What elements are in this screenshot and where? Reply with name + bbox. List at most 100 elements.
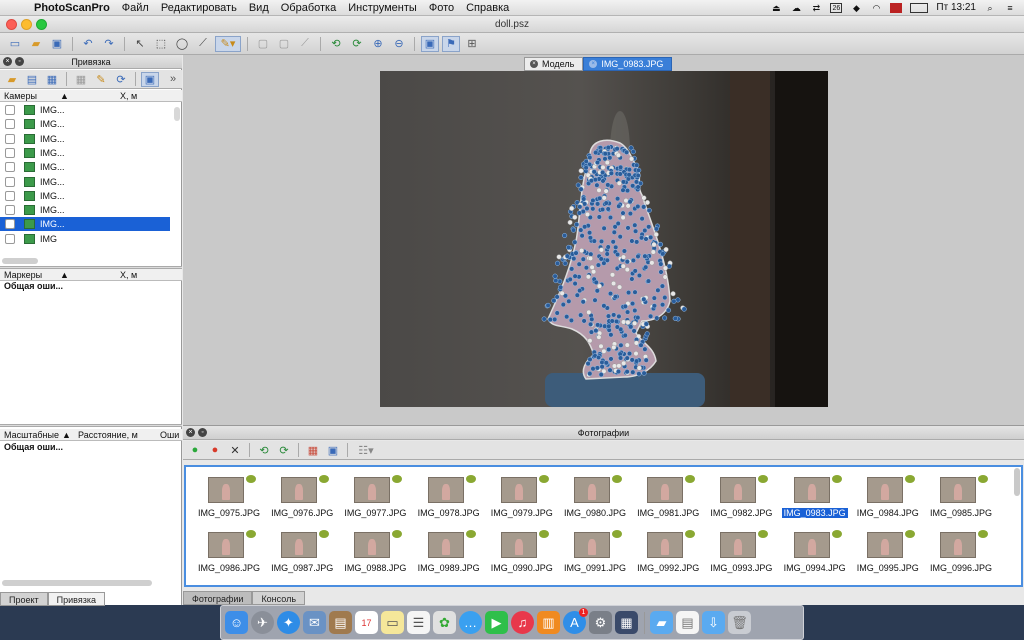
notes-icon[interactable]: ▭ xyxy=(381,611,404,634)
grid-view-icon[interactable]: ⊞ xyxy=(463,36,481,52)
markers-column-x[interactable]: X, м xyxy=(120,269,137,281)
remove-icon[interactable]: ✕ xyxy=(226,443,244,458)
camera-row[interactable]: IMG xyxy=(0,232,170,246)
menu-file[interactable]: Файл xyxy=(116,2,155,14)
rotate-left-icon[interactable]: ⟲ xyxy=(255,443,273,458)
photo-thumbnail[interactable]: IMG_0985.JPG xyxy=(926,475,996,531)
cameras-vscroll[interactable] xyxy=(174,107,180,121)
settings-icon[interactable]: ▣ xyxy=(141,71,159,87)
photos-vscroll[interactable] xyxy=(1014,468,1020,496)
documents-icon[interactable]: ▤ xyxy=(676,611,699,634)
camera-row[interactable]: IMG... xyxy=(0,146,170,160)
scales-column-error[interactable]: Оши xyxy=(160,429,179,441)
tab-console[interactable]: Консоль xyxy=(252,591,306,605)
camera-checkbox[interactable] xyxy=(5,190,15,201)
close-window-button[interactable] xyxy=(6,19,17,30)
magic-wand-icon[interactable]: ⟋ xyxy=(194,36,212,52)
tab-close-icon[interactable]: × xyxy=(530,60,538,68)
table-icon[interactable]: ▦ xyxy=(43,72,61,87)
export-icon[interactable]: ▤ xyxy=(23,72,41,87)
calculator-icon[interactable]: ▦ xyxy=(72,72,90,87)
camera-row[interactable]: IMG... xyxy=(0,175,170,189)
photos-icon[interactable]: ✿ xyxy=(433,611,456,634)
photo-thumbnail[interactable]: IMG_0991.JPG xyxy=(560,530,630,585)
camera-checkbox[interactable] xyxy=(5,147,15,158)
calendar-status-icon[interactable]: 26 xyxy=(830,2,843,13)
import-icon[interactable]: ▰ xyxy=(3,72,21,87)
update-icon[interactable]: ⟳ xyxy=(112,72,130,87)
cameras-hscroll[interactable] xyxy=(2,258,38,264)
photo-thumbnail[interactable]: IMG_0996.JPG xyxy=(926,530,996,585)
panel-close-icon[interactable]: × xyxy=(3,57,12,66)
contacts-icon[interactable]: ▤ xyxy=(329,611,352,634)
photoscan-icon[interactable]: ▦ xyxy=(615,611,638,634)
facetime-icon[interactable]: ▶ xyxy=(485,611,508,634)
camera-checkbox[interactable] xyxy=(5,176,15,187)
photo-thumbnail[interactable]: IMG_0995.JPG xyxy=(853,530,923,585)
clock[interactable]: Пт 13:21 xyxy=(936,2,976,13)
menu-photo[interactable]: Фото xyxy=(423,2,460,14)
panel-float-icon[interactable]: ◦ xyxy=(198,428,207,437)
zoom-in-icon[interactable]: ⊕ xyxy=(369,36,387,52)
trash-icon[interactable]: 🗑 xyxy=(728,611,751,634)
photo-thumbnail[interactable]: IMG_0984.JPG xyxy=(853,475,923,531)
rotate-right-icon[interactable]: ⟳ xyxy=(348,36,366,52)
photo-thumbnail[interactable]: IMG_0992.JPG xyxy=(633,530,703,585)
rotate-left-icon[interactable]: ⟲ xyxy=(327,36,345,52)
show-info-icon[interactable]: ▣ xyxy=(324,443,342,458)
ibooks-icon[interactable]: ▥ xyxy=(537,611,560,634)
launchpad-icon[interactable]: ✈ xyxy=(251,611,274,634)
scales-hscroll[interactable] xyxy=(2,580,152,586)
mail-icon[interactable]: ✉ xyxy=(303,611,326,634)
cameras-column-x[interactable]: X, м xyxy=(120,90,137,102)
appstore-icon[interactable]: A 1 xyxy=(563,608,588,634)
tab-photo[interactable]: × IMG_0983.JPG xyxy=(583,57,673,71)
settings-icon[interactable]: ⚙ xyxy=(589,611,612,634)
rect-select-icon[interactable]: ⬚ xyxy=(152,36,170,52)
camera-row[interactable]: IMG... xyxy=(0,203,170,217)
open-folder-icon[interactable]: ▰ xyxy=(27,36,45,52)
scales-column-distance[interactable]: Расстояние, м xyxy=(78,429,138,441)
show-points-icon[interactable]: ⚑ xyxy=(442,35,460,52)
scales-column-name[interactable]: Масштабные xyxy=(4,429,59,441)
tab-project[interactable]: Проект xyxy=(0,592,48,606)
more-icon[interactable]: » xyxy=(164,72,182,87)
menu-tools[interactable]: Инструменты xyxy=(342,2,423,14)
photo-thumbnail[interactable]: IMG_0989.JPG xyxy=(414,530,484,585)
disable-camera-icon[interactable]: ● xyxy=(206,443,224,458)
zoom-window-button[interactable] xyxy=(36,19,47,30)
lasso-icon[interactable]: ◯ xyxy=(173,36,191,52)
photo-thumbnail[interactable]: IMG_0978.JPG xyxy=(414,475,484,531)
eject-icon[interactable]: ⏏ xyxy=(770,3,782,13)
rotate-right-icon[interactable]: ⟳ xyxy=(275,443,293,458)
pointer-icon[interactable]: ↖ xyxy=(131,36,149,52)
photo-thumbnail[interactable]: IMG_0983.JPG xyxy=(780,475,850,531)
camera-checkbox[interactable] xyxy=(5,105,15,115)
photo-thumbnail[interactable]: IMG_0988.JPG xyxy=(340,530,410,585)
wifi-icon[interactable]: ◠ xyxy=(870,3,882,13)
camera-checkbox[interactable] xyxy=(5,133,15,144)
notification-center-icon[interactable]: ≡ xyxy=(1004,3,1016,13)
intelligent-scissors-icon[interactable]: ✎▾ xyxy=(215,35,241,52)
tab-model[interactable]: × Модель xyxy=(524,57,584,71)
camera-row[interactable]: IMG... xyxy=(0,189,170,203)
photo-thumbnail[interactable]: IMG_0982.JPG xyxy=(706,475,776,531)
photo-thumbnail[interactable]: IMG_0977.JPG xyxy=(340,475,410,531)
camera-row[interactable]: IMG... xyxy=(0,132,170,146)
camera-checkbox[interactable] xyxy=(5,205,15,216)
downloads-icon[interactable]: ⇩ xyxy=(702,611,725,634)
itunes-icon[interactable]: ♫ xyxy=(511,611,534,634)
markers-column-name[interactable]: Маркеры xyxy=(4,269,42,281)
camera-checkbox[interactable] xyxy=(5,162,15,173)
photo-thumbnail[interactable]: IMG_0993.JPG xyxy=(706,530,776,585)
zoom-out-icon[interactable]: ⊖ xyxy=(390,36,408,52)
photo-thumbnail[interactable]: IMG_0981.JPG xyxy=(633,475,703,531)
photo-thumbnail[interactable]: IMG_0976.JPG xyxy=(267,475,337,531)
menu-processing[interactable]: Обработка xyxy=(275,2,342,14)
menu-edit[interactable]: Редактировать xyxy=(155,2,243,14)
battery-icon[interactable] xyxy=(910,2,929,13)
invert-selection-icon[interactable]: ⟋ xyxy=(296,36,314,52)
save-icon[interactable]: ▣ xyxy=(48,36,66,52)
redo-icon[interactable]: ↷ xyxy=(100,36,118,52)
masks-icon[interactable]: ▦ xyxy=(304,443,322,458)
